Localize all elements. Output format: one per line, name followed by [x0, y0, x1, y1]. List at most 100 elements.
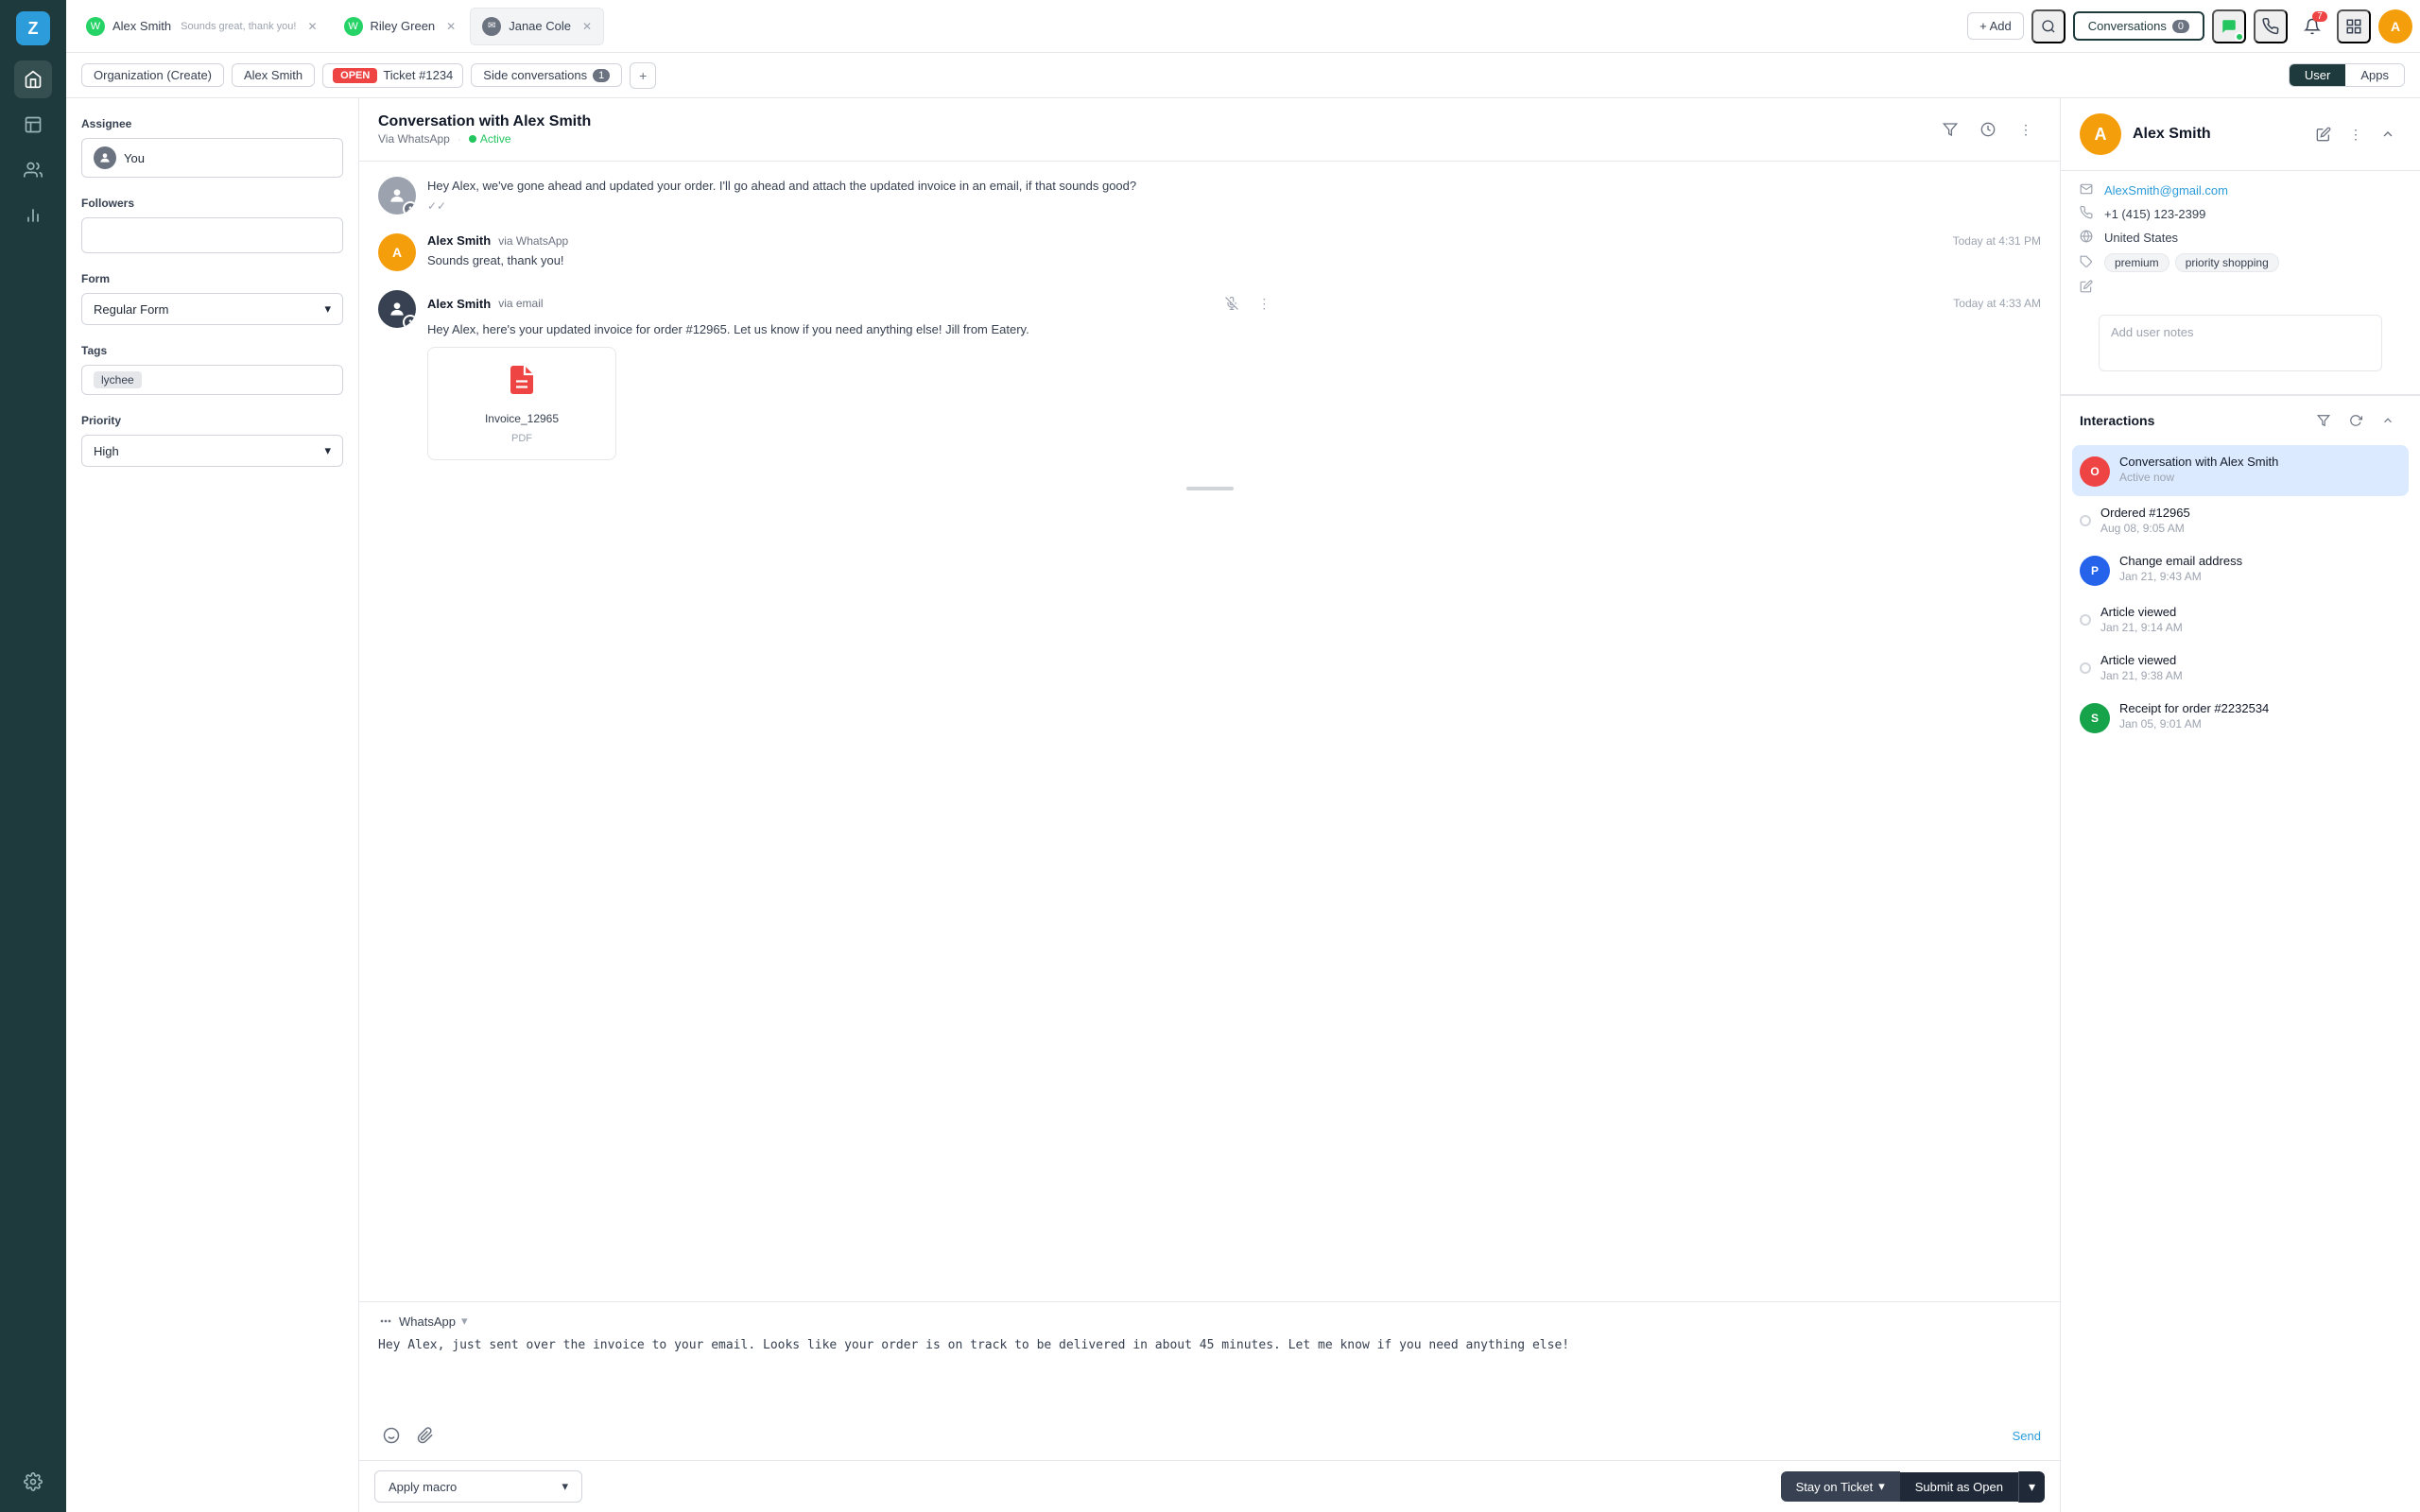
- interaction-conv-title: Conversation with Alex Smith: [2119, 455, 2401, 469]
- message-1-body: Hey Alex, we've gone ahead and updated y…: [427, 177, 2041, 215]
- send-button[interactable]: Send: [2013, 1429, 2041, 1443]
- form-select[interactable]: Regular Form ▾: [81, 293, 343, 325]
- interaction-conversation[interactable]: O Conversation with Alex Smith Active no…: [2072, 445, 2409, 496]
- chat-button[interactable]: [2212, 9, 2246, 43]
- apply-macro-select[interactable]: Apply macro ▾: [374, 1470, 582, 1503]
- assignee-input[interactable]: You: [81, 138, 343, 178]
- interaction-order-time: Aug 08, 9:05 AM: [2100, 522, 2401, 535]
- submit-chevron-button[interactable]: ▾: [2018, 1471, 2045, 1503]
- edit-contact-button[interactable]: [2310, 121, 2337, 147]
- interactions-actions: [2310, 407, 2401, 434]
- message-2-avatar: A: [378, 233, 416, 271]
- interaction-order[interactable]: Ordered #12965 Aug 08, 9:05 AM: [2072, 496, 2409, 544]
- interaction-article1-body: Article viewed Jan 21, 9:14 AM: [2100, 605, 2401, 634]
- toggle-user[interactable]: User: [2290, 64, 2345, 86]
- history-button[interactable]: [1973, 114, 2003, 145]
- interaction-receipt[interactable]: S Receipt for order #2232534 Jan 05, 9:0…: [2072, 692, 2409, 743]
- interaction-article1[interactable]: Article viewed Jan 21, 9:14 AM: [2072, 595, 2409, 644]
- contact-tags-row: premium priority shopping: [2080, 253, 2401, 272]
- contact-country-row: United States: [2080, 230, 2401, 246]
- user-notes-input[interactable]: Add user notes: [2099, 315, 2382, 371]
- attachment-file-icon: [505, 363, 539, 404]
- interactions-filter-button[interactable]: [2310, 407, 2337, 434]
- message-3-attachment[interactable]: Invoice_12965 PDF: [427, 347, 616, 460]
- interaction-article2[interactable]: Article viewed Jan 21, 9:38 AM: [2072, 644, 2409, 692]
- sidebar-icon-tickets[interactable]: [14, 106, 52, 144]
- grid-button[interactable]: [2337, 9, 2371, 43]
- tab-close-riley[interactable]: ✕: [446, 20, 456, 33]
- message-3-via: via email: [498, 297, 543, 310]
- notifications-button[interactable]: 7: [2295, 9, 2329, 43]
- sidebar-icon-users[interactable]: [14, 151, 52, 189]
- priority-chevron-icon: ▾: [324, 443, 331, 458]
- priority-group: Priority High ▾: [81, 414, 343, 467]
- phone-button[interactable]: [2254, 9, 2288, 43]
- interaction-article1-dot: [2080, 614, 2091, 626]
- contact-tag-priority: priority shopping: [2175, 253, 2279, 272]
- priority-select[interactable]: High ▾: [81, 435, 343, 467]
- tab-janae-cole[interactable]: ✉ Janae Cole ✕: [470, 8, 604, 45]
- message-2-time: Today at 4:31 PM: [1953, 234, 2041, 248]
- conversations-button[interactable]: Conversations 0: [2073, 11, 2204, 41]
- tab-riley-green[interactable]: W Riley Green ✕: [332, 8, 469, 45]
- toggle-apps[interactable]: Apps: [2345, 64, 2404, 86]
- sidebar-icon-analytics[interactable]: [14, 197, 52, 234]
- left-panel: Assignee You Followers Form Regul: [66, 98, 359, 1512]
- message-3-text: Hey Alex, here's your updated invoice fo…: [427, 320, 2041, 339]
- followers-input[interactable]: [81, 217, 343, 253]
- filter-button[interactable]: [1935, 114, 1965, 145]
- search-button[interactable]: [2031, 9, 2066, 43]
- sidebar-icon-home[interactable]: [14, 60, 52, 98]
- message-3-actions: ⋮: [1219, 290, 1277, 317]
- macro-label: Apply macro: [389, 1480, 457, 1494]
- interaction-email-change[interactable]: P Change email address Jan 21, 9:43 AM: [2072, 544, 2409, 595]
- interactions-refresh-button[interactable]: [2342, 407, 2369, 434]
- contact-header: A Alex Smith ⋮: [2061, 98, 2420, 171]
- interactions-collapse-button[interactable]: [2375, 407, 2401, 434]
- reply-area: WhatsApp ▾ Hey Alex, just sent over the …: [359, 1301, 2060, 1460]
- reply-channel-selector[interactable]: WhatsApp ▾: [378, 1314, 2041, 1329]
- add-side-conv-button[interactable]: +: [630, 62, 656, 89]
- user-apps-toggle: User Apps: [2289, 63, 2405, 87]
- tab-close-janae[interactable]: ✕: [582, 20, 592, 33]
- contact-actions: ⋮: [2310, 121, 2401, 147]
- attachment-type: PDF: [511, 433, 532, 444]
- contact-email-value[interactable]: AlexSmith@gmail.com: [2104, 183, 2228, 198]
- submit-group: Stay on Ticket ▾ Submit as Open ▾: [1781, 1471, 2045, 1503]
- message-3-more-btn[interactable]: ⋮: [1251, 290, 1277, 317]
- emoji-button[interactable]: [378, 1422, 405, 1449]
- collapse-contact-button[interactable]: [2375, 121, 2401, 147]
- add-button[interactable]: + Add: [1967, 12, 2024, 40]
- message-3-agent-badge: [403, 315, 416, 328]
- stay-on-ticket-button[interactable]: Stay on Ticket ▾: [1781, 1471, 1900, 1502]
- user-avatar-button[interactable]: A: [2378, 9, 2412, 43]
- reply-textarea[interactable]: Hey Alex, just sent over the invoice to …: [378, 1336, 2041, 1412]
- breadcrumb-contact[interactable]: Alex Smith: [232, 63, 315, 87]
- sidebar-logo[interactable]: Z: [16, 11, 50, 45]
- side-conversations-button[interactable]: Side conversations 1: [471, 63, 622, 87]
- message-3-mute-btn[interactable]: [1219, 290, 1245, 317]
- tab-alex-smith[interactable]: W Alex Smith Sounds great, thank you! ✕: [74, 8, 330, 45]
- more-contact-button[interactable]: ⋮: [2342, 121, 2369, 147]
- message-2-header: Alex Smith via WhatsApp Today at 4:31 PM: [427, 233, 2041, 248]
- attachment-name: Invoice_12965: [485, 412, 559, 425]
- message-3-author: Alex Smith: [427, 297, 491, 311]
- message-3-header: Alex Smith via email ⋮ Today at 4:33 AM: [427, 290, 2041, 317]
- breadcrumb-ticket[interactable]: OPEN Ticket #1234: [322, 63, 463, 88]
- tags-input[interactable]: lychee: [81, 365, 343, 395]
- contact-notes-row: [2080, 280, 2401, 296]
- breadcrumb-right: User Apps: [2289, 63, 2405, 87]
- attachment-button[interactable]: [412, 1422, 439, 1449]
- submit-as-open-button[interactable]: Submit as Open: [1900, 1472, 2018, 1502]
- main-content: W Alex Smith Sounds great, thank you! ✕ …: [66, 0, 2420, 1512]
- interaction-article1-time: Jan 21, 9:14 AM: [2100, 621, 2401, 634]
- ticket-status-badge: OPEN: [333, 68, 377, 83]
- reply-toolbar: Send: [378, 1422, 2041, 1449]
- sidebar-icon-settings[interactable]: [14, 1463, 52, 1501]
- message-3: Alex Smith via email ⋮ Today at 4:33 AM: [378, 290, 2041, 460]
- more-options-button[interactable]: ⋮: [2011, 114, 2041, 145]
- breadcrumb-org[interactable]: Organization (Create): [81, 63, 224, 87]
- tab-close-alex[interactable]: ✕: [307, 20, 317, 33]
- tab-whatsapp-icon-riley: W: [344, 17, 363, 36]
- conversation-subtitle: Via WhatsApp · Active: [378, 132, 591, 146]
